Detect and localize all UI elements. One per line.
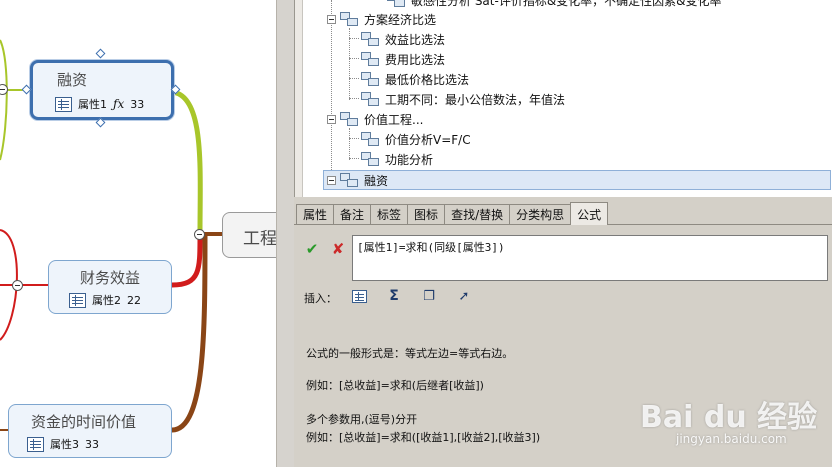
check-icon: ✔: [305, 240, 319, 258]
collapse-button[interactable]: [12, 280, 23, 291]
tree-guide: [349, 138, 359, 139]
tree-guide: [349, 158, 359, 159]
branch-green: [171, 89, 203, 233]
attr-value: 22: [127, 293, 141, 307]
tab-notes[interactable]: 备注: [333, 204, 372, 224]
collapse-toggle[interactable]: [327, 114, 336, 124]
topic-icon: [387, 0, 405, 7]
collapse-toggle[interactable]: [327, 14, 336, 24]
branch-red: [171, 235, 203, 288]
attribute-icon: [55, 96, 72, 112]
tree-row[interactable]: 价值工程...: [327, 109, 423, 129]
insert-pointer-button[interactable]: ➚: [454, 286, 474, 306]
tree-row[interactable]: 最低价格比选法: [361, 69, 469, 89]
tab-icons[interactable]: 图标: [407, 204, 446, 224]
node-zijin[interactable]: 资金的时间价值 属性3 33: [8, 404, 172, 458]
tree-row-label: 费用比选法: [385, 52, 446, 67]
tree-row-label: 方案经济比选: [364, 12, 437, 27]
insert-reference-button[interactable]: ❐: [419, 286, 439, 306]
node-rongzi[interactable]: 融资 属性1 ƒx 33: [30, 60, 174, 120]
help-text-line: 例如：[总收益]=求和(后继者[收益]): [306, 379, 484, 392]
attr-value: 33: [85, 437, 99, 451]
tab-tags[interactable]: 标签: [370, 204, 409, 224]
attr-label: 属性2: [92, 294, 121, 307]
insert-function-button[interactable]: Σ: [384, 286, 404, 306]
tree-row[interactable]: 价值分析V=F/C: [361, 129, 471, 149]
attr-value: 33: [130, 97, 145, 111]
branch-left-green: [0, 39, 8, 161]
tree-guide: [349, 78, 359, 79]
tree-row-selected[interactable]: 融资: [323, 170, 831, 190]
confirm-button[interactable]: ✔: [302, 239, 322, 259]
attribute-icon: [69, 292, 86, 308]
collapse-button[interactable]: [194, 229, 205, 240]
insert-label: 插入：: [304, 292, 337, 305]
sigma-icon: Σ: [389, 288, 399, 304]
tree-row-label: 效益比选法: [385, 32, 446, 47]
copy-icon: ❐: [423, 288, 435, 304]
attribute-icon: [351, 289, 367, 303]
tree-row-label: 敏感性分析 Sat-评价指标&变化率，不确定性因素&变化率: [411, 0, 722, 8]
insert-attribute-button[interactable]: [349, 286, 369, 306]
cancel-icon: ✘: [331, 240, 345, 258]
attr-label: 属性1: [78, 98, 107, 111]
tree-row[interactable]: 费用比选法: [361, 49, 445, 69]
tab-formula[interactable]: 公式: [570, 202, 609, 225]
tree-row[interactable]: 功能分析: [361, 149, 433, 169]
tree-guide: [349, 58, 359, 59]
node-attribute: 属性2 22: [69, 292, 141, 308]
help-text-line: 多个参数用,(逗号)分开: [306, 413, 418, 426]
node-title: 资金的时间价值: [31, 413, 137, 431]
tree-row-label: 价值工程...: [364, 112, 424, 127]
tree-row-label: 功能分析: [385, 152, 434, 167]
tree-row[interactable]: 工期不同：最小公倍数法，年值法: [361, 89, 565, 109]
tree-guide: [349, 38, 359, 39]
cancel-button[interactable]: ✘: [328, 239, 348, 259]
tree-row-label: 融资: [364, 173, 389, 188]
node-title: 融资: [57, 71, 88, 89]
tab-find-replace[interactable]: 查找/替换: [444, 204, 511, 224]
topic-icon: [361, 152, 379, 166]
node-title: 工程: [243, 229, 276, 249]
tree-row[interactable]: 效益比选法: [361, 29, 445, 49]
tree-row-label: 工期不同：最小公倍数法，年值法: [385, 92, 566, 107]
attribute-icon: [27, 436, 44, 452]
topic-icon: [361, 72, 379, 86]
panel-tabs: 属性 备注 标签 图标 查找/替换 分类构思 公式: [294, 202, 832, 225]
tree-row[interactable]: 方案经济比选: [327, 9, 436, 29]
topic-icon: [340, 12, 358, 26]
node-root[interactable]: 工程: [222, 212, 276, 258]
pane-splitter[interactable]: [276, 0, 294, 467]
tree-guide: [349, 128, 350, 160]
node-attribute: 属性3 33: [27, 436, 99, 452]
topic-icon: [361, 52, 379, 66]
topic-icon: [340, 173, 358, 187]
help-text-line: 公式的一般形式是：等式左边=等式右边。: [306, 347, 514, 360]
tree-scrollbar[interactable]: [295, 0, 303, 197]
tree-row[interactable]: 敏感性分析 Sat-评价指标&变化率，不确定性因素&变化率: [387, 0, 722, 10]
node-caiwuxiaoyi[interactable]: 财务效益 属性2 22: [48, 260, 172, 314]
help-text-line: 例如：[总收益]=求和([收益1],[收益2],[收益3]): [306, 431, 541, 444]
tree-row-label: 最低价格比选法: [385, 72, 470, 87]
properties-panel: 属性 备注 标签 图标 查找/替换 分类构思 公式 ✔ ✘ [属性1]=求和(同…: [294, 197, 832, 467]
topic-icon: [361, 32, 379, 46]
topic-icon: [361, 132, 379, 146]
fx-icon: ƒx: [113, 97, 125, 111]
tab-attributes[interactable]: 属性: [296, 204, 335, 224]
attr-label: 属性3: [50, 438, 79, 451]
tree-row-label: 价值分析V=F/C: [385, 132, 471, 147]
node-attribute: 属性1 ƒx 33: [55, 96, 144, 112]
topic-icon: [340, 112, 358, 126]
mind-map-canvas[interactable]: 融资 属性1 ƒx 33 财务效益 属性2 22 资金的时间价值 属性3 33 …: [0, 0, 276, 467]
outline-tree[interactable]: 敏感性分析 Sat-评价指标&变化率，不确定性因素&变化率 方案经济比选 效益比…: [294, 0, 832, 197]
pointer-icon: ➚: [458, 288, 470, 304]
tab-categories[interactable]: 分类构思: [509, 204, 572, 224]
formula-input[interactable]: [属性1]=求和(同级[属性3]): [352, 235, 828, 281]
node-title: 财务效益: [79, 269, 140, 287]
topic-icon: [361, 92, 379, 106]
collapse-toggle[interactable]: [327, 175, 336, 185]
tree-guide: [349, 98, 359, 99]
